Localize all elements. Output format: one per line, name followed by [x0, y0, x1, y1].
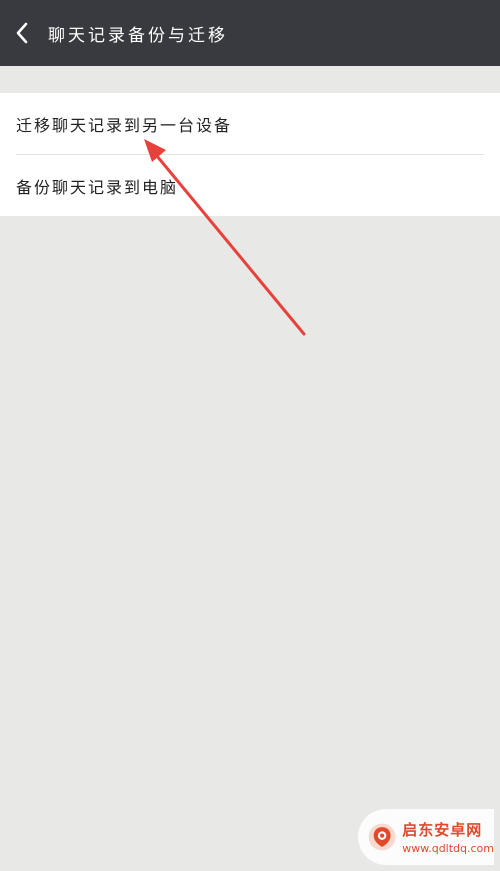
watermark: 启东安卓网 www.qdltdq.com	[358, 809, 494, 865]
chevron-left-icon	[16, 22, 28, 44]
migrate-chat-history-item[interactable]: 迁移聊天记录到另一台设备	[0, 93, 500, 154]
backup-chat-history-item[interactable]: 备份聊天记录到电脑	[0, 155, 500, 216]
watermark-url: www.qdltdq.com	[402, 842, 494, 855]
menu-item-label: 备份聊天记录到电脑	[16, 177, 179, 197]
page-title: 聊天记录备份与迁移	[48, 25, 228, 46]
watermark-name: 启东安卓网	[402, 821, 483, 839]
site-logo-icon	[368, 823, 396, 851]
settings-menu: 迁移聊天记录到另一台设备 备份聊天记录到电脑	[0, 93, 500, 216]
back-button[interactable]	[0, 0, 44, 66]
menu-item-label: 迁移聊天记录到另一台设备	[16, 115, 233, 135]
top-bar: 聊天记录备份与迁移	[0, 0, 500, 66]
